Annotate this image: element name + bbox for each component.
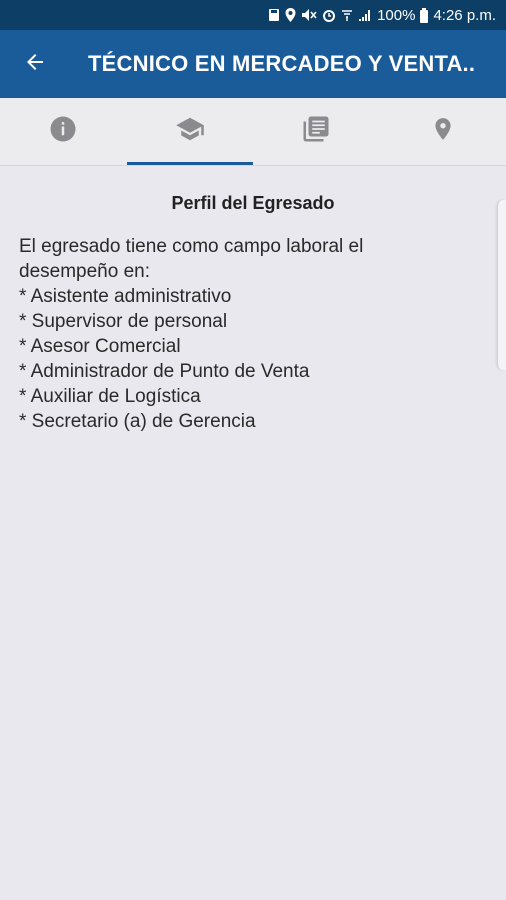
document-list-icon [301, 114, 331, 149]
info-icon [48, 114, 78, 149]
list-item: * Asistente administrativo [19, 286, 232, 307]
battery-percent: 100% [377, 6, 416, 24]
tab-location[interactable] [380, 98, 506, 165]
content-area: Perfil del Egresado El egresado tiene co… [0, 166, 506, 900]
location-icon [285, 8, 296, 22]
list-item: * Asesor Comercial [19, 336, 181, 357]
clock: 4:26 p.m. [433, 6, 496, 24]
section-title: Perfil del Egresado [171, 193, 335, 213]
back-button[interactable] [0, 30, 70, 98]
app-bar: TÉCNICO EN MERCADEO Y VENTA.. [0, 30, 506, 98]
signal-icon [358, 8, 372, 22]
page-title: TÉCNICO EN MERCADEO Y VENTA.. [88, 51, 476, 76]
list-item: * Secretario (a) de Gerencia [19, 411, 256, 432]
list-item: * Administrador de Punto de Venta [19, 361, 310, 382]
save-icon [268, 8, 280, 22]
tab-info[interactable] [0, 98, 127, 165]
list-item: * Auxiliar de Logística [19, 386, 201, 407]
tab-documents[interactable] [253, 98, 380, 165]
wifi-icon [341, 8, 353, 22]
status-bar: 100% 4:26 p.m. [0, 0, 506, 30]
graduation-cap-icon [173, 114, 207, 149]
location-pin-icon [430, 114, 456, 149]
tab-graduate-profile[interactable] [126, 98, 254, 165]
alarm-icon [322, 8, 336, 22]
edge-panel-handle[interactable] [497, 200, 506, 370]
mute-icon [301, 8, 317, 22]
profile-description: El egresado tiene como campo laboral el … [19, 234, 489, 434]
text-line: El egresado tiene como campo laboral el [19, 236, 364, 257]
tab-bar [0, 98, 506, 166]
arrow-left-icon [23, 50, 47, 79]
list-item: * Supervisor de personal [19, 311, 228, 332]
text-line: desempeño en: [19, 261, 150, 282]
battery-icon [420, 7, 429, 23]
